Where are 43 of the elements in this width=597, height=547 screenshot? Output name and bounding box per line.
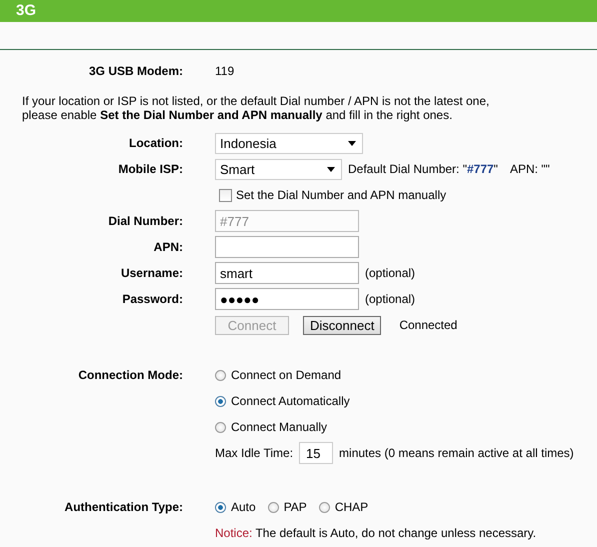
radio-button[interactable]	[318, 502, 330, 512]
checkbox-label: Set the Dial Number and APN manually	[236, 188, 446, 202]
radio-button[interactable]	[268, 502, 279, 512]
radio-button[interactable]	[215, 396, 226, 406]
input-field[interactable]: smart	[215, 262, 359, 284]
dropdown-caret-icon	[327, 166, 335, 172]
dropdown-caret-icon	[348, 140, 356, 146]
field-label: Dial Number:	[108, 214, 183, 228]
action-button[interactable]: Disconnect	[303, 316, 382, 334]
field-label: Authentication Type:	[64, 500, 183, 514]
notice-text: Notice: The default is Auto, do not change unless necessary.	[215, 526, 536, 540]
page-title: 3G	[16, 2, 36, 20]
field-label: Location:	[129, 136, 183, 150]
location-select[interactable]: Indonesia	[215, 132, 363, 154]
radio-label: Connect on Demand	[231, 368, 342, 382]
field-label: Mobile ISP:	[118, 162, 183, 176]
connection-status: Connected	[399, 318, 458, 332]
field-label: APN:	[154, 240, 183, 254]
radio-button[interactable]	[215, 422, 226, 432]
default-dial-text: Default Dial Number: "#777"	[348, 162, 498, 176]
field-label: 3G USB Modem:	[88, 64, 183, 78]
modem-value: 119	[215, 64, 234, 78]
isp-select[interactable]: Smart	[215, 158, 342, 180]
radio-label: PAP	[284, 500, 307, 514]
radio-label: Connect Manually	[231, 420, 328, 434]
radio-label: CHAP	[334, 500, 368, 514]
optional-note: (optional)	[365, 292, 416, 306]
field-label: Username:	[120, 266, 183, 280]
idle-time-field[interactable]: 15	[299, 442, 334, 464]
input-field[interactable]	[215, 236, 359, 258]
radio-label: Connect Automatically	[231, 394, 350, 408]
field-label: Connection Mode:	[78, 368, 183, 382]
optional-note: (optional)	[365, 266, 416, 280]
field-label: Password:	[122, 292, 183, 306]
radio-button[interactable]	[215, 370, 226, 380]
default-apn-text: APN: ""	[510, 162, 550, 176]
radio-button[interactable]	[215, 502, 226, 512]
radio-label: Auto	[231, 500, 256, 514]
checkbox[interactable]	[219, 188, 232, 202]
idle-note: minutes (0 means remain active at all times)	[339, 446, 574, 460]
idle-label: Max Idle Time:	[215, 446, 294, 460]
input-field[interactable]: ●●●●●	[215, 288, 359, 310]
instruction-text: If your location or ISP is not listed, or the default Dial number / APN is not the latest one, please enable Set the Dial Number and APN manually and fill in the right ones.	[22, 94, 490, 122]
